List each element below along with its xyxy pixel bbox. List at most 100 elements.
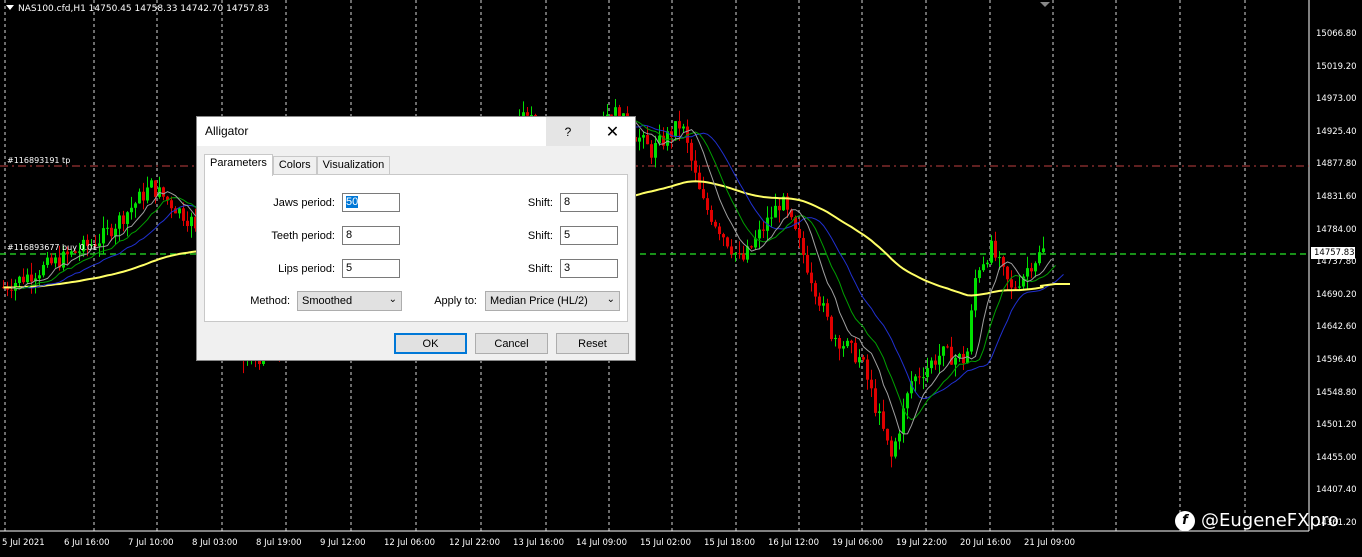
candle-body <box>894 441 897 457</box>
dialog-titlebar[interactable]: Alligator ? ✕ <box>197 117 635 146</box>
candle-body <box>682 126 685 129</box>
candle-body <box>818 296 821 306</box>
candle-body <box>690 142 693 161</box>
ok-button[interactable]: OK <box>394 333 467 354</box>
candle-body <box>914 376 917 382</box>
reset-button[interactable]: Reset <box>556 333 629 354</box>
price-tick-label: 14548.80 <box>1316 387 1357 398</box>
candle-body <box>922 377 925 379</box>
teeth-shift-input[interactable]: 5 <box>560 226 618 245</box>
candle-body <box>42 264 45 276</box>
time-tick-label: 7 Jul 10:00 <box>128 538 174 548</box>
candle-body <box>1010 279 1013 288</box>
candle-body <box>810 272 813 284</box>
candle-body <box>178 208 181 214</box>
apply-to-select[interactable]: Median Price (HL/2) ⌄ <box>485 291 620 311</box>
candle-body <box>858 357 861 363</box>
tp-order-label: #116893191 tp <box>7 156 71 165</box>
candle-body <box>170 200 173 209</box>
candle-body <box>970 310 973 352</box>
candle-body <box>674 121 677 138</box>
candle-body <box>802 237 805 255</box>
teeth-period-input[interactable]: 8 <box>342 226 400 245</box>
candle-body <box>642 135 645 138</box>
help-button[interactable]: ? <box>546 117 590 146</box>
time-tick-label: 19 Jul 06:00 <box>832 538 883 548</box>
tab-parameters[interactable]: Parameters <box>204 154 273 176</box>
candle-body <box>762 229 765 231</box>
time-tick-label: 19 Jul 22:00 <box>896 538 947 548</box>
candle-body <box>750 246 753 248</box>
candle-body <box>710 210 713 222</box>
candle-body <box>906 393 909 409</box>
time-tick-label: 16 Jul 12:00 <box>768 538 819 548</box>
current-price-label: 14757.83 <box>1311 247 1355 259</box>
jaws-shift-input[interactable]: 8 <box>560 193 618 212</box>
candle-body <box>702 189 705 199</box>
candle-body <box>954 357 957 365</box>
cancel-button[interactable]: Cancel <box>475 333 548 354</box>
candle-body <box>950 346 953 365</box>
candle-body <box>1026 268 1029 277</box>
method-select[interactable]: Smoothed ⌄ <box>297 291 402 311</box>
close-button[interactable]: ✕ <box>590 117 635 146</box>
candle-body <box>26 274 29 283</box>
jaws-period-input[interactable]: 50 <box>342 193 400 212</box>
candle-body <box>854 342 857 363</box>
candle-body <box>862 357 865 360</box>
jaws-shift-label: Shift: <box>527 197 553 209</box>
candle-body <box>826 303 829 317</box>
candle-body <box>1014 287 1017 289</box>
method-value: Smoothed <box>302 295 353 307</box>
candle-body <box>734 253 737 255</box>
candle-body <box>726 237 729 247</box>
time-tick-label: 9 Jul 12:00 <box>320 538 366 548</box>
candle-body <box>98 243 101 247</box>
lips-period-input[interactable]: 5 <box>342 259 400 278</box>
candle-body <box>142 191 145 201</box>
chart-shift-marker-icon <box>1040 2 1050 7</box>
candle-body <box>822 303 825 306</box>
dropdown-triangle-icon[interactable] <box>6 5 14 10</box>
candle-body <box>866 359 869 380</box>
candle-body <box>898 433 901 442</box>
time-tick-label: 13 Jul 16:00 <box>513 538 564 548</box>
jaws-period-value: 50 <box>346 196 359 208</box>
moving-average-extension <box>1039 283 1070 287</box>
candle-body <box>714 221 717 227</box>
candle-body <box>46 257 49 265</box>
candle-body <box>18 276 21 283</box>
time-tick-label: 12 Jul 22:00 <box>449 538 500 548</box>
teeth-period-label: Teeth period: <box>271 230 335 242</box>
time-tick-label: 15 Jul 18:00 <box>704 538 755 548</box>
candle-body <box>1018 286 1021 288</box>
tab-visualization[interactable]: Visualization <box>316 156 391 176</box>
candle-body <box>878 411 881 413</box>
lips-period-label: Lips period: <box>278 263 335 275</box>
candle-body <box>706 198 709 211</box>
candle-body <box>994 240 997 258</box>
candle-body <box>982 264 985 271</box>
lips-shift-input[interactable]: 3 <box>560 259 618 278</box>
price-tick-label: 14501.20 <box>1316 420 1357 431</box>
candle-body <box>742 253 745 260</box>
candle-body <box>162 187 165 197</box>
tab-colors[interactable]: Colors <box>272 156 317 176</box>
candle-body <box>114 228 117 237</box>
candle-body <box>738 253 741 255</box>
candle-body <box>678 121 681 129</box>
candle-body <box>886 428 889 441</box>
candle-body <box>146 187 149 201</box>
candle-body <box>882 411 885 429</box>
candle-body <box>918 376 921 378</box>
candle-body <box>1034 263 1037 272</box>
candle-body <box>938 355 941 365</box>
price-tick-label: 14831.60 <box>1316 192 1357 202</box>
candle-body <box>718 226 721 235</box>
candle-body <box>978 270 981 279</box>
candle-body <box>138 191 141 204</box>
candle-body <box>38 275 41 279</box>
candle-body <box>834 337 837 340</box>
candle-body <box>758 229 761 239</box>
symbol-info-text: NAS100.cfd,H1 14750.45 14758.33 14742.70… <box>18 4 270 14</box>
